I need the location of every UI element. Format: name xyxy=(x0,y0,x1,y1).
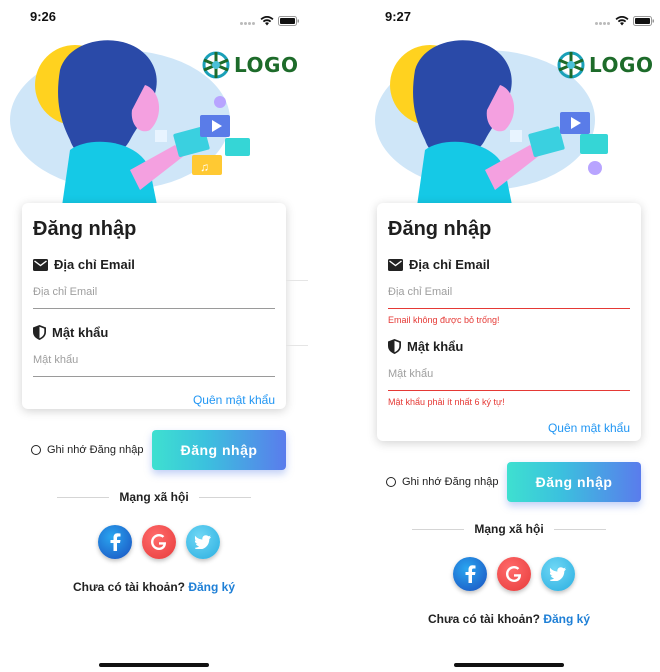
email-input[interactable] xyxy=(388,278,630,309)
battery-icon xyxy=(278,16,299,26)
facebook-button[interactable] xyxy=(453,557,487,591)
status-bar: 9:27 xyxy=(355,9,655,26)
login-screen-validation: 9:27 LOGO Đăng nhập Địa chỉ Email Địa ch… xyxy=(355,0,660,672)
remember-radio[interactable] xyxy=(31,445,41,455)
remember-label: Ghi nhớ Đăng nhập xyxy=(47,444,144,456)
signal-dots-icon xyxy=(595,12,611,30)
logo-text: LOGO xyxy=(234,53,299,77)
facebook-icon xyxy=(465,565,476,583)
signup-text: Chưa có tài khoản? xyxy=(72,580,185,594)
email-label: Địa chỉ Email xyxy=(388,257,630,272)
shield-icon xyxy=(33,325,46,340)
status-time: 9:27 xyxy=(385,9,412,24)
facebook-icon xyxy=(110,533,121,551)
signup-link[interactable]: Đăng ký xyxy=(188,580,235,594)
password-label: Mật khẩu xyxy=(388,339,630,354)
battery-icon xyxy=(633,16,654,26)
password-error: Mật khẩu phải ít nhất 6 ký tự! xyxy=(388,397,505,407)
logo-icon xyxy=(557,51,585,79)
card-title: Đăng nhập xyxy=(33,218,137,240)
login-card: Đăng nhập Địa chỉ Email Email không được… xyxy=(377,203,641,441)
google-icon xyxy=(506,566,522,582)
wifi-icon xyxy=(615,16,629,26)
remember-label: Ghi nhớ Đăng nhập xyxy=(402,476,499,488)
social-title: Mạng xã hội xyxy=(474,522,544,536)
email-error: Email không được bỏ trống! xyxy=(388,315,500,325)
forgot-password-link[interactable]: Quên mật khẩu xyxy=(33,393,275,407)
app-logo: LOGO xyxy=(200,50,298,80)
email-label: Địa chỉ Email xyxy=(33,257,275,272)
remember-me[interactable]: Ghi nhớ Đăng nhập xyxy=(386,476,499,488)
social-buttons xyxy=(453,557,575,591)
status-bar: 9:26 xyxy=(0,9,300,26)
wifi-icon xyxy=(260,16,274,26)
social-title: Mạng xã hội xyxy=(119,490,189,504)
login-button[interactable]: Đăng nhập xyxy=(152,430,286,470)
signup-prompt: Chưa có tài khoản? Đăng ký xyxy=(355,612,660,626)
forgot-password-link[interactable]: Quên mật khẩu xyxy=(388,421,630,435)
signup-text: Chưa có tài khoản? xyxy=(427,612,540,626)
google-button[interactable] xyxy=(142,525,176,559)
shield-icon xyxy=(388,339,401,354)
login-screen-default: 9:26 ♫ LOGO Đăng nhập Địa chỉ Email Địa … xyxy=(0,0,330,672)
email-label-text: Địa chỉ Email xyxy=(409,257,490,272)
signup-prompt: Chưa có tài khoản? Đăng ký xyxy=(0,580,308,594)
social-divider: Mạng xã hội xyxy=(412,522,606,536)
app-logo: LOGO xyxy=(555,50,653,80)
signal-dots-icon xyxy=(240,12,256,30)
mail-icon xyxy=(388,258,403,271)
login-button[interactable]: Đăng nhập xyxy=(507,462,641,502)
social-buttons xyxy=(98,525,220,559)
svg-text:♫: ♫ xyxy=(200,160,209,174)
card-title: Đăng nhập xyxy=(388,218,492,240)
twitter-button[interactable] xyxy=(186,525,220,559)
password-label-text: Mật khẩu xyxy=(407,339,464,354)
social-divider: Mạng xã hội xyxy=(57,490,251,504)
home-indicator xyxy=(99,663,209,667)
twitter-button[interactable] xyxy=(541,557,575,591)
mail-icon xyxy=(33,258,48,271)
password-input[interactable] xyxy=(388,360,630,391)
logo-icon xyxy=(202,51,230,79)
logo-text: LOGO xyxy=(589,53,654,77)
remember-radio[interactable] xyxy=(386,477,396,487)
home-indicator xyxy=(454,663,564,667)
password-label: Mật khẩu xyxy=(33,325,275,340)
password-label-text: Mật khẩu xyxy=(52,325,109,340)
twitter-icon xyxy=(550,567,566,581)
login-card: Đăng nhập Địa chỉ Email Mật khẩu Quên mậ… xyxy=(22,203,286,409)
email-input[interactable] xyxy=(33,278,275,309)
password-input[interactable] xyxy=(33,346,275,377)
google-icon xyxy=(151,534,167,550)
remember-me[interactable]: Ghi nhớ Đăng nhập xyxy=(31,444,144,456)
email-label-text: Địa chỉ Email xyxy=(54,257,135,272)
signup-link[interactable]: Đăng ký xyxy=(543,612,590,626)
status-time: 9:26 xyxy=(30,9,57,24)
facebook-button[interactable] xyxy=(98,525,132,559)
google-button[interactable] xyxy=(497,557,531,591)
twitter-icon xyxy=(195,535,211,549)
